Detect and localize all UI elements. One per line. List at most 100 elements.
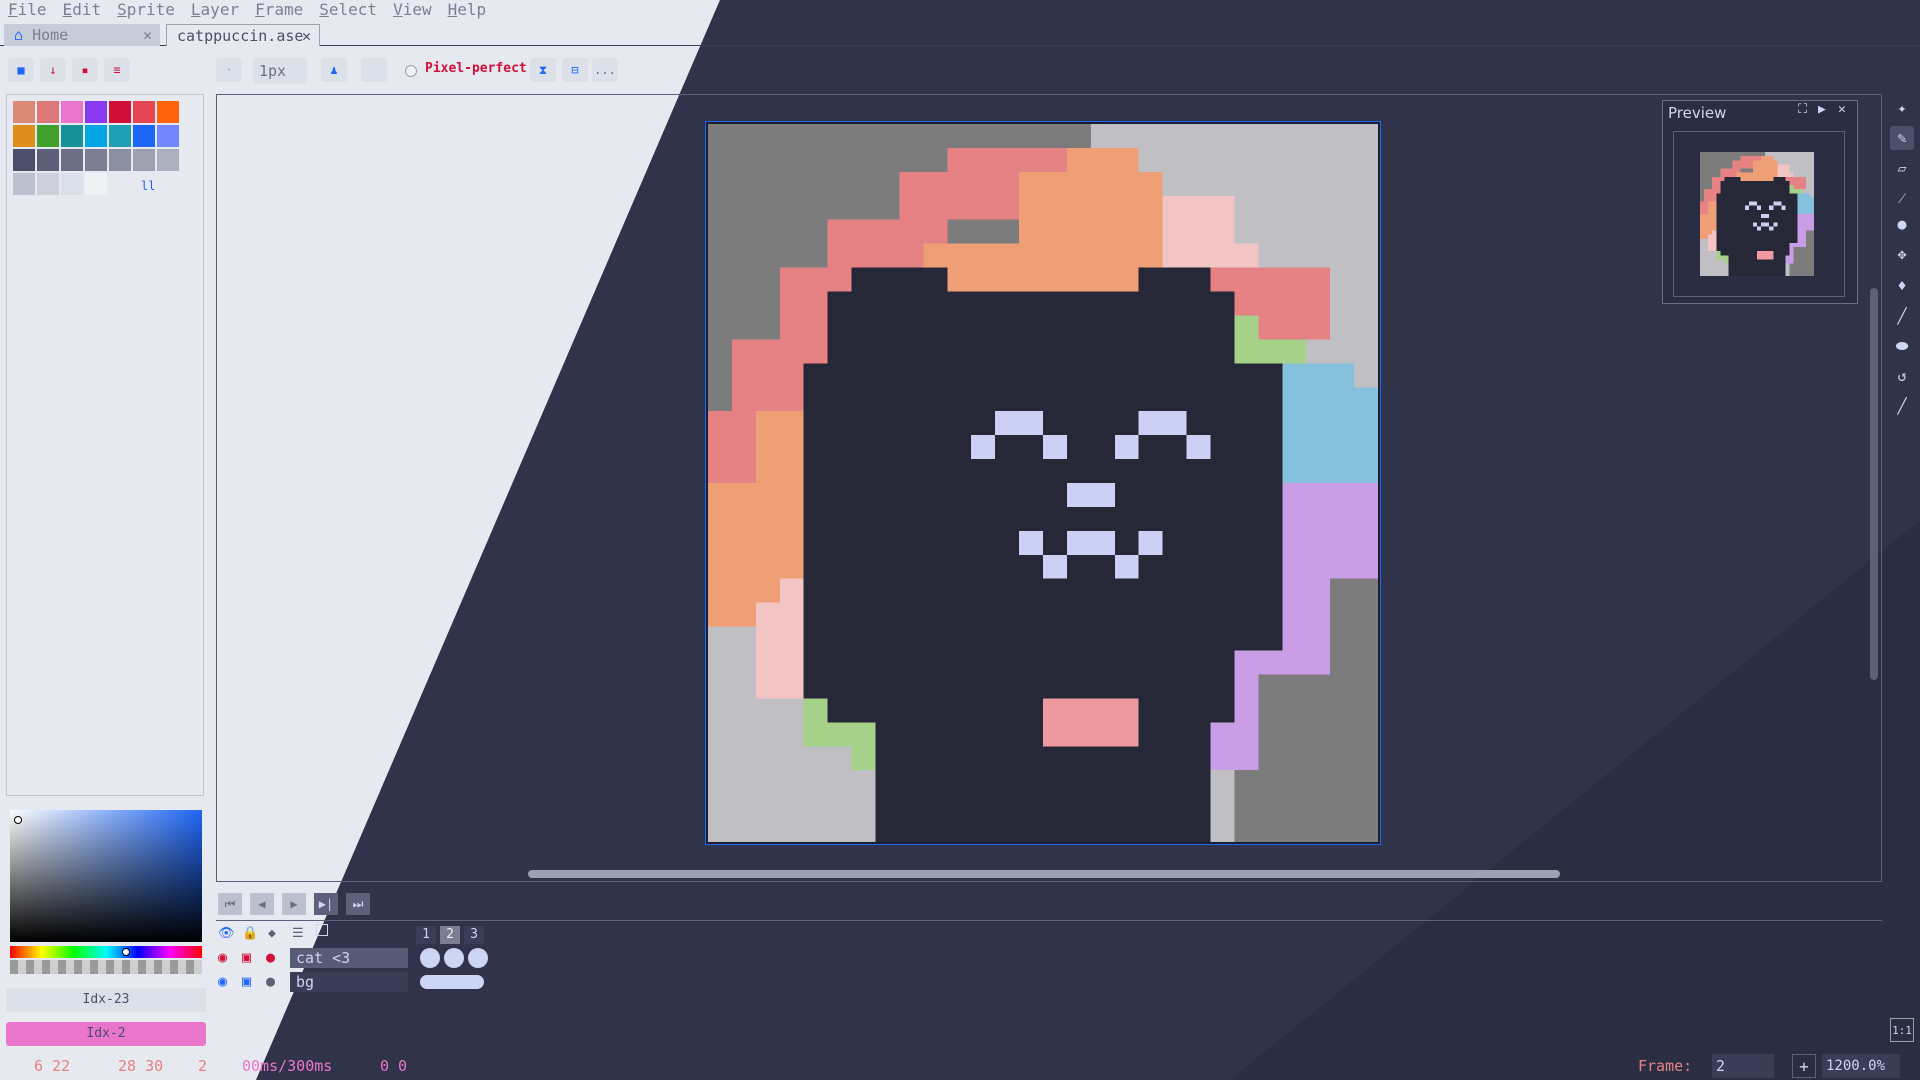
fg-color-index[interactable]: Idx-23 (6, 988, 206, 1012)
magic-wand-icon[interactable]: ✦ (1890, 96, 1914, 120)
cel-2[interactable] (444, 948, 464, 968)
actual-size-icon[interactable]: 1:1 (1890, 1018, 1914, 1042)
menu-frame[interactable]: Frame (247, 0, 311, 20)
palette-swatch[interactable] (157, 125, 179, 147)
layer-row-bg[interactable]: ◉ ▣ ● bg (218, 972, 488, 992)
palette-swatch[interactable] (133, 149, 155, 171)
symmetry-options-icon[interactable]: ⊟ (562, 58, 588, 82)
eye-icon[interactable]: ◉ (218, 972, 227, 990)
hue-handle[interactable] (122, 948, 130, 956)
palette-swatch[interactable] (109, 125, 131, 147)
palette-swatch[interactable] (109, 149, 131, 171)
linked-cel[interactable] (420, 975, 484, 989)
palette-swatch[interactable] (85, 125, 107, 147)
palette-resize-icon[interactable]: ll (141, 179, 155, 193)
palette-swatch[interactable] (37, 125, 59, 147)
frame-header-2[interactable]: 2 (440, 926, 460, 944)
sprite-canvas[interactable] (705, 121, 1381, 845)
cel-3[interactable] (468, 948, 488, 968)
vertical-scrollbar[interactable] (1870, 288, 1878, 680)
lock-icon[interactable]: ■ (8, 58, 34, 82)
link-icon[interactable]: ● (266, 948, 275, 966)
pixel-art[interactable] (708, 124, 1378, 842)
palette-swatch[interactable] (133, 101, 155, 123)
frame-header-1[interactable]: 1 (416, 926, 436, 944)
palette-swatch[interactable] (61, 125, 83, 147)
previous-frame-icon[interactable]: ◀ (250, 893, 274, 915)
cel-1[interactable] (420, 948, 440, 968)
hue-slider[interactable] (10, 946, 202, 958)
move-icon[interactable]: ✥ (1890, 242, 1914, 266)
sort-icon[interactable]: ↓ (40, 58, 66, 82)
palette-swatch[interactable] (13, 173, 35, 195)
lock-icon[interactable]: ▣ (242, 948, 251, 966)
pencil-icon[interactable]: ✎ (1890, 126, 1914, 150)
paint-bucket-icon[interactable]: ♦ (1890, 274, 1914, 298)
layer-row-cat[interactable]: ◉ ▣ ● cat <3 (218, 948, 488, 968)
layer-name[interactable]: bg (290, 972, 408, 992)
symmetry-icon[interactable]: ⧗ (530, 58, 556, 82)
palette-swatch[interactable] (61, 101, 83, 123)
line-icon[interactable]: ╱ (1890, 304, 1914, 328)
contour-icon[interactable]: ↺ (1890, 364, 1914, 388)
picker-handle[interactable] (14, 816, 22, 824)
brush-size-input[interactable]: 1px (253, 58, 307, 84)
close-icon[interactable]: ✕ (302, 25, 311, 47)
play-icon[interactable]: ▶ (1818, 102, 1826, 117)
palette-swatch[interactable] (109, 101, 131, 123)
zoom-input[interactable]: 1200.0% (1822, 1054, 1900, 1078)
continuous-header-icon[interactable]: ◆ (268, 926, 276, 941)
palette-swatch[interactable] (133, 125, 155, 147)
palette-swatch[interactable] (85, 149, 107, 171)
menu-file[interactable]: File (0, 0, 55, 20)
eye-icon[interactable]: ◉ (218, 948, 227, 966)
frame-header-3[interactable]: 3 (464, 926, 484, 944)
zoom-icon[interactable]: ● (1890, 212, 1914, 236)
palette-swatch[interactable] (85, 101, 107, 123)
play-animation-icon[interactable]: ▶ (282, 893, 306, 915)
palette-swatch[interactable] (37, 173, 59, 195)
fullscreen-icon[interactable]: ⛶ (1798, 102, 1807, 117)
ink-icon[interactable]: ♟ (321, 58, 347, 82)
eyedropper-icon[interactable]: ⁄ (1890, 186, 1914, 210)
menu-sprite[interactable]: Sprite (109, 0, 183, 20)
brush-type-icon[interactable]: · (216, 58, 242, 82)
frame-input[interactable]: 2 (1712, 1054, 1774, 1078)
palette-swatch[interactable] (37, 149, 59, 171)
close-icon[interactable]: ✕ (143, 24, 152, 46)
onion-skin-icon[interactable] (316, 924, 328, 936)
palette-swatch[interactable] (157, 149, 179, 171)
first-frame-icon[interactable]: ⏮ (218, 893, 242, 915)
menu-select[interactable]: Select (311, 0, 385, 20)
presets-icon[interactable]: ▪ (72, 58, 98, 82)
layers-icon[interactable]: ☰ (292, 926, 304, 941)
menu-help[interactable]: Help (440, 0, 495, 20)
palette-swatch[interactable] (85, 173, 107, 195)
tab-home[interactable]: ⌂ Home ✕ (4, 24, 160, 46)
palette-swatch[interactable] (61, 149, 83, 171)
link-icon[interactable]: ● (266, 972, 275, 990)
next-frame-icon[interactable]: ▶| (314, 893, 338, 915)
more-options-button[interactable]: ... (592, 58, 618, 82)
tab-catppuccin[interactable]: catppuccin.ase ✕ (166, 24, 320, 46)
alpha-slider[interactable] (10, 960, 202, 974)
menu-edit[interactable]: Edit (55, 0, 110, 20)
ellipse-icon[interactable]: ⬬ (1890, 334, 1914, 358)
horizontal-scrollbar[interactable] (528, 870, 1560, 878)
menu-layer[interactable]: Layer (183, 0, 247, 20)
add-frame-button[interactable]: + (1792, 1054, 1816, 1078)
opacity-icon[interactable] (361, 58, 387, 82)
layer-name[interactable]: cat <3 (290, 948, 408, 968)
eraser-icon[interactable]: ▱ (1890, 156, 1914, 180)
visibility-header-icon[interactable]: 👁 (218, 926, 235, 941)
palette-swatch[interactable] (13, 101, 35, 123)
blur-icon[interactable]: ╱ (1890, 394, 1914, 418)
bg-color-index[interactable]: Idx-2 (6, 1022, 206, 1046)
close-icon[interactable]: ✕ (1838, 102, 1846, 117)
lock-header-icon[interactable]: 🔒 (242, 926, 258, 941)
color-picker-sv[interactable] (10, 810, 202, 942)
options-icon[interactable]: ≡ (104, 58, 130, 82)
palette-swatch[interactable] (13, 149, 35, 171)
menu-view[interactable]: View (385, 0, 440, 20)
pixel-perfect-checkbox[interactable] (405, 65, 417, 77)
